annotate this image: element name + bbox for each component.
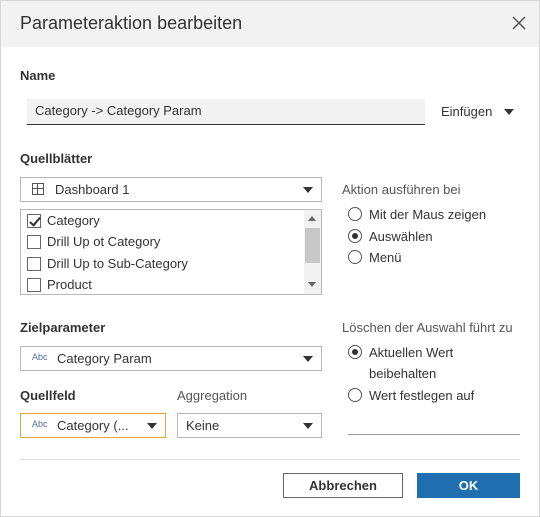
radio-button[interactable] <box>348 207 362 221</box>
list-item-label: Drill Up to Sub-Category <box>47 256 188 271</box>
target-parameter-label: Zielparameter <box>20 320 106 335</box>
run-action-label: Aktion ausführen bei <box>342 182 461 197</box>
checkbox-checked[interactable] <box>27 214 41 228</box>
source-field-select[interactable]: Abc Category (... <box>20 413 166 438</box>
dialog-title: Parameteraktion bearbeiten <box>20 13 243 33</box>
source-sheets-list: Category Drill Up ot Category Drill Up t… <box>20 209 322 295</box>
dashboard-select-value: Dashboard 1 <box>55 182 130 197</box>
source-sheets-label: Quellblätter <box>20 151 93 166</box>
checkbox[interactable] <box>27 235 41 249</box>
aggregation-label: Aggregation <box>177 388 248 403</box>
chevron-down-icon <box>303 423 313 429</box>
list-item-label: Product <box>47 277 92 292</box>
list-scrollbar[interactable] <box>304 210 321 294</box>
name-input[interactable]: Category -> Category Param <box>27 99 425 125</box>
chevron-down-icon <box>303 187 313 193</box>
scroll-up-icon[interactable] <box>308 216 316 221</box>
source-field-value: Category (... <box>57 418 129 433</box>
target-parameter-value: Category Param <box>57 351 152 366</box>
radio-label: Aktuellen Wert <box>369 345 454 360</box>
source-field-label: Quellfeld <box>20 388 76 403</box>
radio-button[interactable] <box>348 250 362 264</box>
scroll-thumb[interactable] <box>305 228 320 263</box>
checkbox[interactable] <box>27 278 41 292</box>
scroll-down-icon[interactable] <box>308 282 316 287</box>
ok-button[interactable]: OK <box>417 473 520 498</box>
string-type-icon: Abc <box>32 352 48 362</box>
cancel-button[interactable]: Abbrechen <box>283 473 403 498</box>
chevron-down-icon <box>147 423 157 429</box>
chevron-down-icon[interactable] <box>504 109 514 115</box>
close-icon[interactable] <box>510 14 528 32</box>
radio-label-continued: beibehalten <box>369 366 437 381</box>
list-item-label: Category <box>47 213 100 228</box>
aggregation-value: Keine <box>186 418 220 433</box>
clear-selection-label: Löschen der Auswahl führt zu <box>342 320 513 335</box>
radio-label: Wert festlegen auf <box>369 388 475 403</box>
string-type-icon: Abc <box>32 419 48 429</box>
radio-label: Mit der Maus zeigen <box>369 207 487 222</box>
insert-button[interactable]: Einfügen <box>441 104 492 119</box>
radio-button-selected[interactable] <box>348 345 362 359</box>
footer-divider <box>20 459 520 460</box>
dashboard-select[interactable]: Dashboard 1 <box>20 177 322 202</box>
aggregation-select[interactable]: Keine <box>177 413 322 438</box>
chevron-down-icon <box>303 356 313 362</box>
radio-label: Menü <box>369 250 402 265</box>
radio-button-selected[interactable] <box>348 229 362 243</box>
radio-button[interactable] <box>348 388 362 402</box>
dialog-titlebar: Parameteraktion bearbeiten <box>1 1 539 47</box>
radio-label: Auswählen <box>369 229 433 244</box>
dashboard-grid-icon <box>32 183 44 195</box>
set-value-field[interactable] <box>348 434 520 435</box>
parameter-action-dialog: Parameteraktion bearbeiten Name Category… <box>0 0 540 517</box>
checkbox[interactable] <box>27 257 41 271</box>
name-label: Name <box>20 68 56 83</box>
list-item-label: Drill Up ot Category <box>47 234 161 249</box>
target-parameter-select[interactable]: Abc Category Param <box>20 346 322 371</box>
